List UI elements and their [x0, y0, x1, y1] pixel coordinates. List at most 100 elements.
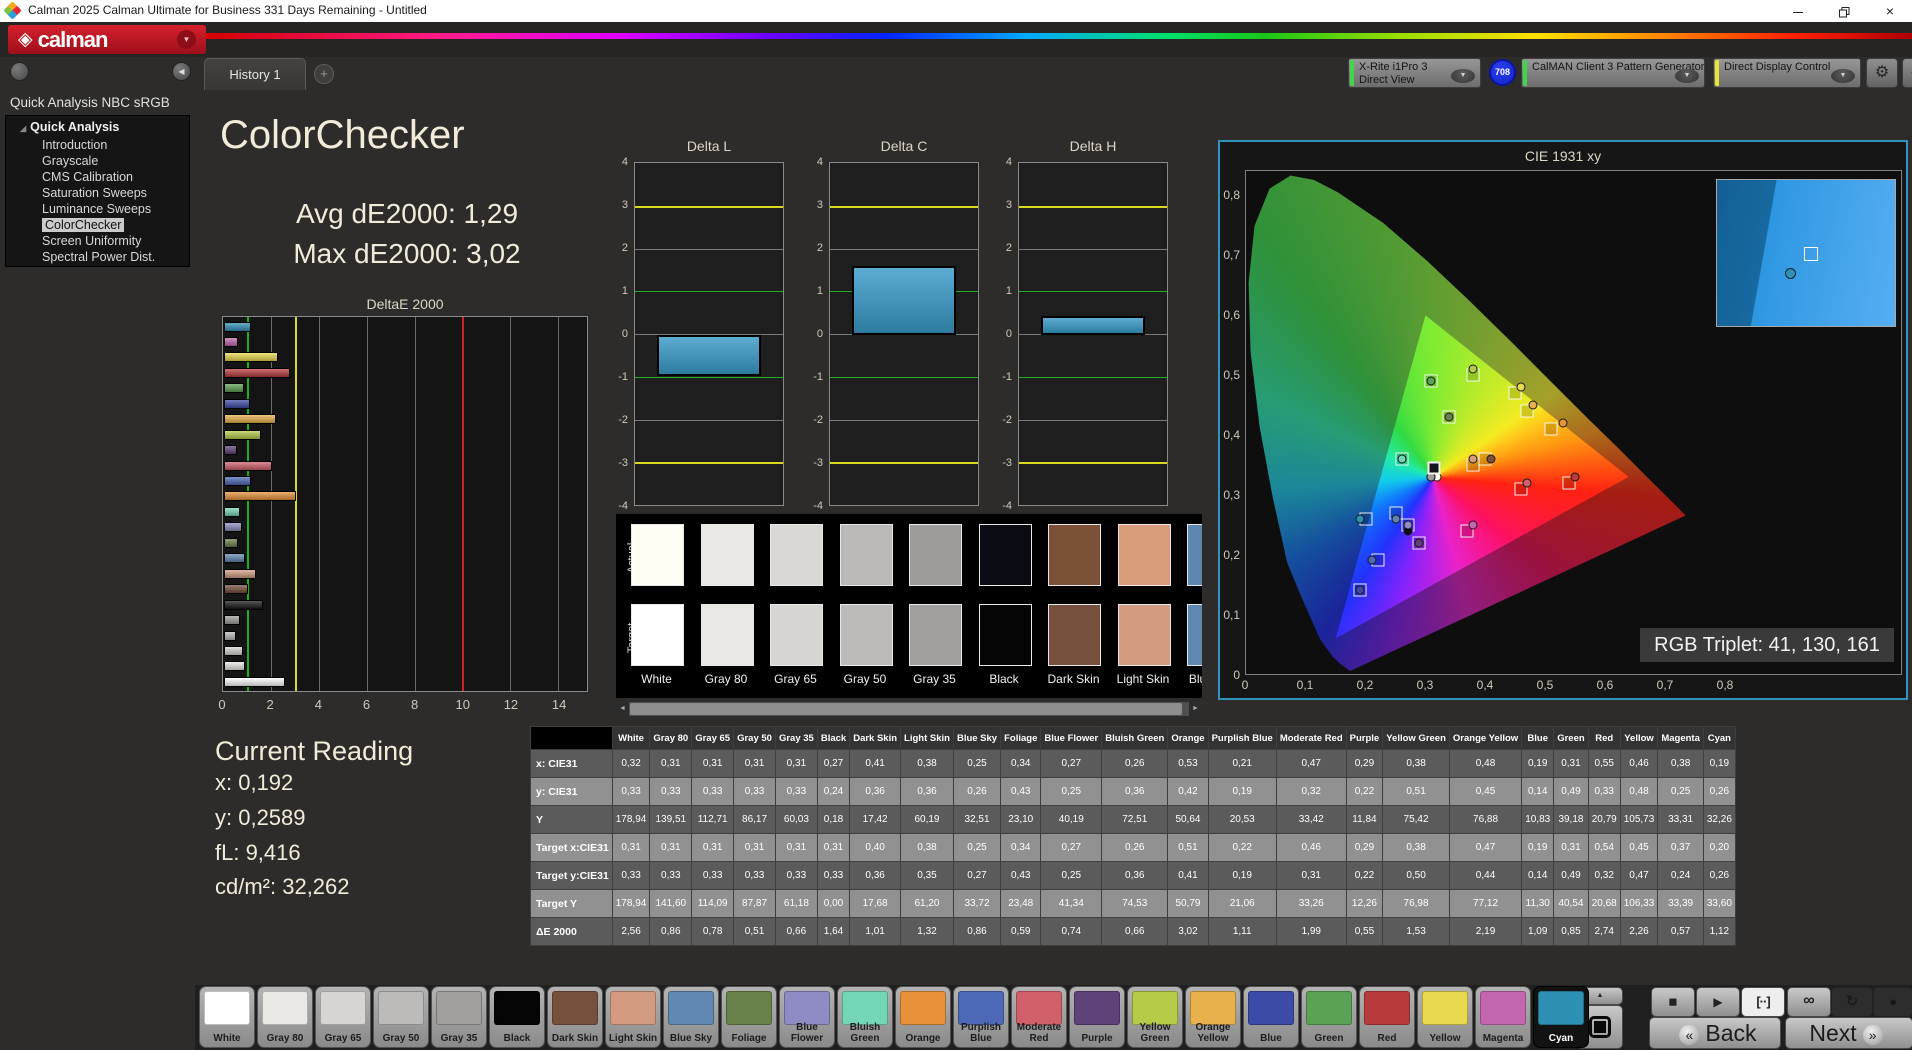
- pattern-label: White: [213, 1032, 241, 1044]
- pattern-button-blue-flower[interactable]: Blue Flower: [780, 987, 834, 1047]
- pattern-button-purplish-blue[interactable]: Purplish Blue: [954, 987, 1008, 1047]
- pattern-swatch: [262, 991, 308, 1025]
- read-continuous-button[interactable]: [··]: [1742, 988, 1784, 1016]
- sidebar-item-spectral-power-dist-[interactable]: Spectral Power Dist.: [6, 249, 189, 265]
- table-row: y: CIE31 0,33 0,33 0,33 0,33 0,33 0,24 0,36 0,36…: [530, 777, 1736, 806]
- settings-button[interactable]: ⚙: [1866, 58, 1898, 88]
- pattern-button-red[interactable]: Red: [1360, 987, 1414, 1047]
- sidebar-item-saturation-sweeps[interactable]: Saturation Sweeps: [6, 185, 189, 201]
- table-cell: 87,87: [733, 889, 776, 918]
- sidebar-collapse-button[interactable]: ◀: [172, 62, 191, 81]
- scroll-right-button[interactable]: ►: [1189, 702, 1202, 716]
- yellow-reference-line: [294, 317, 297, 691]
- current-reading-title: Current Reading: [215, 736, 414, 766]
- close-icon: ×: [1885, 3, 1895, 19]
- y-tick-label: 4: [816, 156, 823, 168]
- meter-badge[interactable]: 708: [1489, 59, 1516, 86]
- scroll-left-button[interactable]: ◄: [616, 702, 629, 716]
- chevron-left-icon: ◀: [178, 67, 185, 76]
- pattern-swatch: [1248, 991, 1294, 1025]
- table-cell: 0,48: [1619, 777, 1659, 806]
- sidebar-item-grayscale[interactable]: Grayscale: [6, 153, 189, 169]
- table-cell: 0,31: [733, 833, 776, 862]
- pattern-generator-dropdown[interactable]: CalMAN Client 3 Pattern Generator ▼: [1521, 58, 1705, 88]
- sidebar-item-luminance-sweeps[interactable]: Luminance Sweeps: [6, 201, 189, 217]
- meter-dropdown[interactable]: X-Rite i1Pro 3 Direct View ▼: [1348, 58, 1481, 88]
- scrollbar-thumb[interactable]: [630, 703, 1182, 715]
- table-cell: 0,35: [900, 861, 954, 890]
- table-cell: 2,56: [611, 917, 651, 946]
- pattern-button-gray-35[interactable]: Gray 35: [432, 987, 486, 1047]
- target-marker-orange: [1544, 422, 1558, 436]
- pattern-button-cyan[interactable]: Cyan: [1534, 987, 1588, 1047]
- pattern-button-orange[interactable]: Orange: [896, 987, 950, 1047]
- cie-1931-panel[interactable]: CIE 1931 xy 0,8 0,7 0,6 0,5 0,4 0,3 0,2 0,1 0 00…: [1218, 140, 1908, 700]
- pattern-button-green[interactable]: Green: [1302, 987, 1356, 1047]
- table-cell: 112,71: [691, 805, 735, 834]
- pattern-button-yellow-green[interactable]: Yellow Green: [1128, 987, 1182, 1047]
- pattern-button-yellow[interactable]: Yellow: [1418, 987, 1472, 1047]
- x-tick-label: 14: [551, 697, 567, 712]
- display-control-dropdown[interactable]: Direct Display Control ▼: [1713, 58, 1861, 88]
- y-tick-label: 1: [1005, 285, 1012, 297]
- table-col-header: Orange Yellow: [1448, 726, 1523, 750]
- sidebar-item-screen-uniformity[interactable]: Screen Uniformity: [6, 233, 189, 249]
- cie-x-tick-label: 0,5: [1536, 678, 1554, 692]
- refresh-button[interactable]: ↻: [1832, 988, 1872, 1016]
- play-button[interactable]: ▶: [1697, 988, 1739, 1016]
- calman-logo-button[interactable]: ◈ calman ▼: [8, 25, 206, 54]
- back-button[interactable]: «Back: [1650, 1018, 1780, 1048]
- table-cell: 0,14: [1521, 861, 1555, 890]
- pattern-button-blue[interactable]: Blue: [1244, 987, 1298, 1047]
- table-cell: 0,25: [1657, 777, 1704, 806]
- pattern-button-gray-80[interactable]: Gray 80: [258, 987, 312, 1047]
- tab-history-1[interactable]: History 1: [204, 58, 306, 90]
- table-col-header: Yellow Green: [1382, 726, 1450, 750]
- y-tick-label: 0: [816, 328, 823, 340]
- pattern-button-magenta[interactable]: Magenta: [1476, 987, 1530, 1047]
- measured-marker-blue: [1355, 585, 1365, 595]
- sidebar-item-introduction[interactable]: Introduction: [6, 137, 189, 153]
- swatch-scrollbar[interactable]: ◄ ►: [616, 702, 1202, 716]
- logo-menu-chevron-icon[interactable]: ▼: [177, 30, 196, 49]
- table-cell: 0,86: [649, 917, 693, 946]
- pattern-button-white[interactable]: White: [200, 987, 254, 1047]
- sidebar-options-button[interactable]: [10, 62, 29, 81]
- delta-l-title: Delta L: [686, 138, 732, 154]
- pattern-button-black[interactable]: Black: [490, 987, 544, 1047]
- close-button[interactable]: ×: [1868, 0, 1912, 22]
- continuous-measure-button[interactable]: ∞: [1788, 988, 1830, 1016]
- cie-y-tick-label: 0: [1233, 668, 1240, 682]
- pattern-button-foliage[interactable]: Foliage: [722, 987, 776, 1047]
- add-tab-button[interactable]: +: [314, 64, 334, 84]
- pattern-button-gray-50[interactable]: Gray 50: [374, 987, 428, 1047]
- sidebar-item-cms-calibration[interactable]: CMS Calibration: [6, 169, 189, 185]
- table-cell: 0,38: [900, 749, 954, 778]
- green-reference-line: [830, 376, 978, 378]
- panel-collapse-button[interactable]: ◂: [1902, 58, 1912, 88]
- pattern-button-orange-yellow[interactable]: Orange Yellow: [1186, 987, 1240, 1047]
- gridline: [635, 419, 783, 421]
- minimize-button[interactable]: [1776, 0, 1820, 22]
- restore-button[interactable]: [1822, 0, 1866, 22]
- pattern-button-moderate-red[interactable]: Moderate Red: [1012, 987, 1066, 1047]
- record-button[interactable]: ●: [1874, 988, 1912, 1016]
- pattern-button-bluish-green[interactable]: Bluish Green: [838, 987, 892, 1047]
- cie-y-tick-label: 0,4: [1223, 428, 1240, 442]
- workflow-tree: ◢ Quick Analysis Introduction Grayscale CMS…: [5, 115, 190, 267]
- title-bar: Calman 2025 Calman Ultimate for Business…: [0, 0, 1912, 22]
- tree-root-quick-analysis[interactable]: ◢ Quick Analysis: [6, 119, 189, 137]
- next-button[interactable]: Next»: [1786, 1018, 1912, 1048]
- table-cell: 0,25: [952, 749, 1002, 778]
- pattern-button-purple[interactable]: Purple: [1070, 987, 1124, 1047]
- arrow-left-icon: ◄: [619, 705, 626, 712]
- pattern-swatch: [1422, 991, 1468, 1025]
- max-de2000: Max dE2000: 3,02: [293, 238, 521, 269]
- pattern-button-gray-65[interactable]: Gray 65: [316, 987, 370, 1047]
- delta-c-title: Delta C: [880, 138, 928, 154]
- stop-button[interactable]: ◼: [1652, 988, 1694, 1016]
- pattern-button-light-skin[interactable]: Light Skin: [606, 987, 660, 1047]
- sidebar-item-colorchecker[interactable]: ColorChecker: [6, 217, 189, 233]
- pattern-button-dark-skin[interactable]: Dark Skin: [548, 987, 602, 1047]
- pattern-button-blue-sky[interactable]: Blue Sky: [664, 987, 718, 1047]
